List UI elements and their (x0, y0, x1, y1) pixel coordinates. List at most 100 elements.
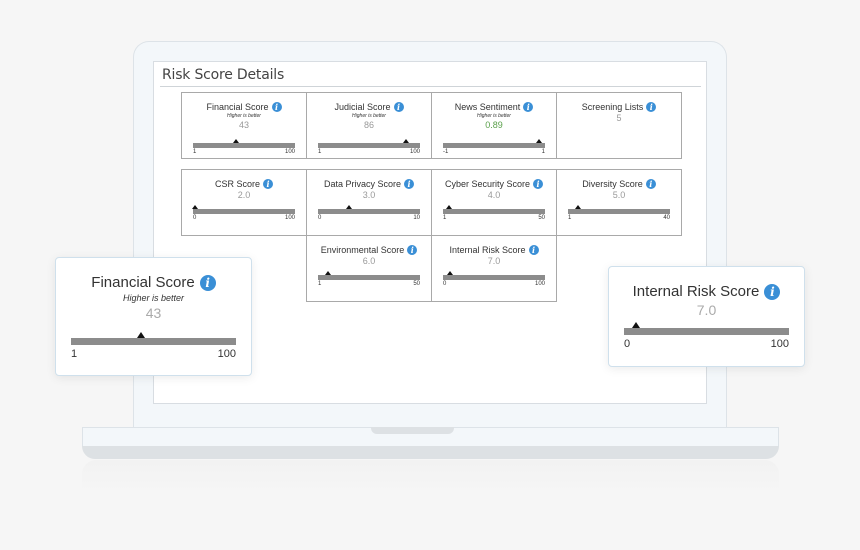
gauge-min-label: 1 (318, 281, 322, 287)
score-gauge: 0 100 (443, 271, 545, 287)
gauge-marker (536, 139, 543, 143)
gauge-max-label: 50 (538, 215, 545, 221)
score-card: Judicial Score i Higher is better 86 1 10… (306, 92, 432, 159)
card-title-cyber-security-score: Cyber Security Score (444, 179, 531, 189)
gauge-marker (137, 332, 145, 338)
panel-title: Risk Score Details (162, 67, 285, 83)
score-card: Screening Lists i 5 (556, 92, 682, 159)
score-gauge: 0 100 (192, 205, 295, 221)
card-value: 7.0 (487, 256, 501, 266)
score-gauge: 1 100 (318, 139, 420, 155)
card-title-row: CSR Score i (182, 179, 306, 189)
financial-score-popup: Financial Score i Higher is better 43 1 … (55, 257, 252, 376)
gauge-marker (325, 271, 332, 275)
score-gauge: 1 40 (568, 205, 670, 221)
gauge-min-label: 1 (318, 149, 322, 155)
gauge-min-label: 1 (443, 215, 447, 221)
info-icon[interactable]: i (645, 179, 656, 189)
info-icon[interactable]: i (764, 283, 781, 300)
score-gauge: 1 50 (318, 271, 420, 287)
popup-title-row: Financial Score i (56, 274, 251, 291)
info-icon[interactable]: i (528, 245, 539, 255)
card-value: 0.89 (485, 120, 503, 130)
card-value: 43 (238, 120, 249, 130)
info-icon[interactable]: i (523, 102, 534, 112)
card-title-row: Screening Lists i (557, 102, 681, 112)
gauge-min-label: 0 (318, 215, 322, 221)
card-value: 5 (616, 113, 622, 123)
gauge-marker (446, 205, 453, 209)
info-icon[interactable]: i (404, 179, 415, 189)
gauge-marker (192, 205, 199, 209)
score-card: Internal Risk Score i 7.0 0 100 (431, 235, 557, 302)
card-value: 2.0 (237, 190, 251, 200)
score-gauge: 1 100 (193, 139, 295, 155)
gauge-max-label: 10 (413, 215, 420, 221)
info-icon[interactable]: i (393, 102, 404, 112)
card-title-internal-risk-score: Internal Risk Score (449, 245, 526, 255)
gauge-marker (402, 139, 409, 143)
popup-title-row: Internal Risk Score i (609, 283, 804, 300)
card-title-news-sentiment: News Sentiment (454, 102, 521, 112)
card-title-row: Internal Risk Score i (432, 245, 556, 255)
card-hint: Higher is better (477, 113, 511, 119)
score-card: CSR Score i 2.0 0 100 (181, 169, 307, 236)
info-icon[interactable]: i (263, 179, 273, 189)
card-value: 3.0 (362, 190, 376, 200)
score-gauge: 1 50 (443, 205, 545, 221)
card-hint: Higher is better (352, 113, 386, 119)
score-gauge: 0 100 (624, 322, 789, 350)
card-title-row: Judicial Score i (307, 102, 431, 112)
card-value: 4.0 (487, 190, 501, 200)
card-title-row: Data Privacy Score i (307, 179, 431, 189)
card-title-row: Cyber Security Score i (432, 179, 556, 189)
score-card: Environmental Score i 6.0 1 50 (306, 235, 432, 302)
card-value: 5.0 (612, 190, 626, 200)
gauge-max-label: 100 (217, 348, 236, 360)
score-gauge: 1 100 (71, 332, 236, 360)
gauge-marker (575, 205, 582, 209)
gauge-min-label: 1 (568, 215, 572, 221)
info-icon[interactable]: i (271, 102, 282, 112)
score-gauge: -1 1 (443, 139, 545, 155)
card-title-environmental-score: Environmental Score (320, 245, 405, 255)
gauge-min-label: 1 (71, 348, 78, 360)
gauge-max-label: 100 (409, 149, 420, 155)
gauge-max-label: 100 (284, 215, 295, 221)
card-title-diversity-score: Diversity Score (582, 179, 643, 189)
gauge-min-label: 1 (193, 149, 197, 155)
score-card: Diversity Score i 5.0 1 40 (556, 169, 682, 236)
score-card: Financial Score i Higher is better 43 1 1… (181, 92, 307, 159)
info-icon[interactable]: i (407, 245, 418, 255)
card-title-csr-score: CSR Score (214, 179, 260, 189)
gauge-marker (631, 322, 640, 328)
popup-value: 7.0 (696, 302, 717, 318)
card-title-financial-score: Financial Score (206, 102, 269, 112)
card-value: 86 (363, 120, 374, 130)
gauge-max-label: 100 (534, 281, 545, 287)
gauge-min-label: 0 (443, 281, 447, 287)
card-title-row: Financial Score i (182, 102, 306, 112)
popup-hint: Higher is better (122, 293, 185, 303)
gauge-max-label: 50 (413, 281, 420, 287)
laptop-notch (371, 427, 454, 434)
title-divider (160, 86, 701, 87)
popup-value: 43 (145, 305, 162, 321)
info-icon[interactable]: i (533, 179, 544, 189)
info-icon[interactable]: i (199, 274, 216, 291)
popup-title: Financial Score (91, 274, 195, 291)
gauge-min-label: 0 (624, 338, 631, 350)
card-title-data-privacy-score: Data Privacy Score (323, 179, 402, 189)
internal-risk-score-popup: Internal Risk Score i 7.0 0 100 (608, 266, 805, 367)
gauge-marker (447, 271, 454, 275)
gauge-marker (345, 205, 352, 209)
laptop-base-bottom (82, 446, 779, 459)
card-hint: Higher is better (227, 113, 261, 119)
card-title-judicial-score: Judicial Score (334, 102, 391, 112)
score-card: Data Privacy Score i 3.0 0 10 (306, 169, 432, 236)
popup-title: Internal Risk Score (632, 283, 760, 300)
gauge-marker (233, 139, 240, 143)
info-icon[interactable]: i (646, 102, 657, 112)
score-gauge: 0 10 (318, 205, 420, 221)
gauge-max-label: 100 (770, 338, 789, 350)
